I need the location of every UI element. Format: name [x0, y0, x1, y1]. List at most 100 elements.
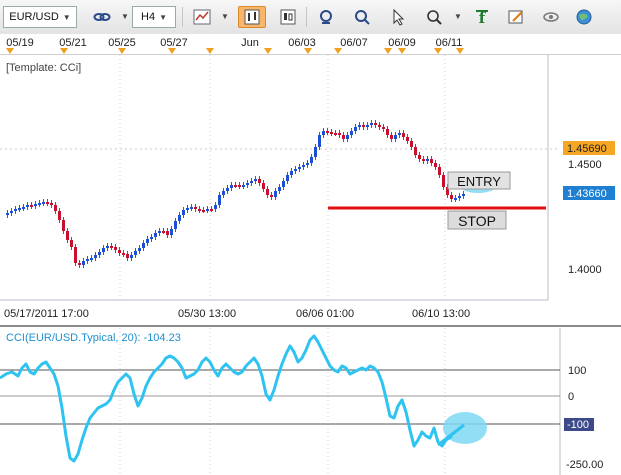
cci-tick-minus-100: -100 [564, 418, 594, 431]
candle [198, 209, 201, 211]
candle [54, 205, 57, 211]
candle [126, 254, 129, 258]
date-marker [264, 48, 272, 54]
cci-tick-100: 100 [566, 364, 590, 377]
candle [462, 194, 465, 196]
candle [166, 231, 169, 235]
candle [354, 127, 357, 131]
candle [106, 246, 109, 248]
eye-icon [543, 12, 559, 22]
cursor-icon [393, 8, 405, 26]
candle [298, 167, 301, 169]
chevron-down-icon[interactable]: ▼ [221, 12, 229, 21]
link-button[interactable] [90, 6, 114, 28]
candle [290, 171, 293, 175]
candle [350, 131, 353, 135]
candle [374, 123, 377, 125]
price-badge-high-text: 1.45690 [567, 143, 607, 155]
cci-title: CCI(EUR/USD.Typical, 20): -104.23 [6, 332, 181, 344]
date-label: Jun [241, 37, 259, 49]
candle [226, 188, 229, 191]
indicator-button[interactable]: f [470, 6, 494, 28]
candle [122, 253, 125, 255]
date-marker [434, 48, 442, 54]
toolbar: EUR/USD ▼ ▼ H4 ▼ ▼ ▼ f [0, 0, 621, 35]
cci-tick-label: 0 [568, 391, 574, 403]
symbol-select[interactable]: EUR/USD ▼ [3, 6, 77, 28]
candle [82, 261, 85, 265]
candle [430, 159, 433, 163]
candle [26, 205, 29, 207]
candle [266, 189, 269, 195]
candle-chart-button[interactable] [276, 6, 300, 28]
candle [254, 179, 257, 181]
date-strip: 05/19 05/21 05/25 05/27 Jun 06/03 06/07 … [0, 34, 621, 55]
date-marker [384, 48, 392, 54]
date-label: 06/07 [340, 37, 368, 49]
candle [46, 202, 49, 204]
candle [178, 215, 181, 221]
crosshair-button[interactable] [314, 6, 338, 28]
zoom-in-button[interactable] [350, 6, 374, 28]
price-badge-current-text: 1.43660 [567, 188, 607, 200]
date-marker [304, 48, 312, 54]
candle [38, 203, 41, 205]
bar-chart-button[interactable] [238, 6, 266, 28]
candle [146, 239, 149, 243]
candle [6, 213, 9, 215]
date-marker [334, 48, 342, 54]
candle [418, 155, 421, 159]
symbol-label: EUR/USD [9, 11, 59, 23]
candle [342, 135, 345, 139]
candle [426, 159, 429, 161]
cci-panel[interactable]: CCI(EUR/USD.Typical, 20): -104.23 100 0 … [0, 328, 621, 475]
candle [394, 135, 397, 139]
stop-label: STOP [458, 213, 496, 229]
globe-button[interactable] [572, 6, 596, 28]
pane-divider[interactable] [0, 325, 621, 327]
candle [10, 211, 13, 213]
magnifier-button[interactable] [422, 6, 446, 28]
candle [398, 133, 401, 135]
timeframe-select[interactable]: H4 ▼ [132, 6, 176, 28]
candle [222, 191, 225, 195]
candle [310, 157, 313, 163]
candle [322, 131, 325, 135]
candle [22, 207, 25, 209]
candle [410, 141, 413, 147]
crosshair-icon [320, 10, 332, 24]
candle [270, 195, 273, 197]
candle [318, 135, 321, 147]
stop-box: STOP [447, 210, 507, 230]
candle [274, 191, 277, 197]
eye-button[interactable] [539, 6, 563, 28]
chevron-down-icon[interactable]: ▼ [454, 12, 462, 21]
candle [366, 125, 369, 127]
draw-button[interactable] [504, 6, 528, 28]
candle [250, 181, 253, 183]
indicator-icon: f [476, 9, 488, 26]
chevron-down-icon[interactable]: ▼ [121, 12, 129, 21]
candle [330, 132, 333, 134]
candle [30, 205, 33, 207]
chart-type-button[interactable] [190, 6, 214, 28]
candle [454, 198, 457, 200]
candle [174, 221, 177, 229]
candle [194, 207, 197, 209]
entry-label: ENTRY [457, 174, 501, 189]
timeframe-label: H4 [141, 11, 156, 23]
price-chart[interactable]: [Template: CCi] 1.4500 1.4000 1.45690 1.… [0, 55, 621, 325]
candle [414, 147, 417, 155]
candle [258, 179, 261, 183]
price-tick: 1.4000 [568, 264, 602, 276]
candle [158, 231, 161, 233]
candle [218, 195, 221, 205]
date-marker [398, 48, 406, 54]
candle [278, 187, 281, 191]
template-label: [Template: CCi] [6, 62, 81, 74]
cursor-button[interactable] [386, 6, 410, 28]
candle [138, 248, 141, 251]
candle [382, 127, 385, 129]
candle [70, 240, 73, 247]
candle [14, 209, 17, 211]
